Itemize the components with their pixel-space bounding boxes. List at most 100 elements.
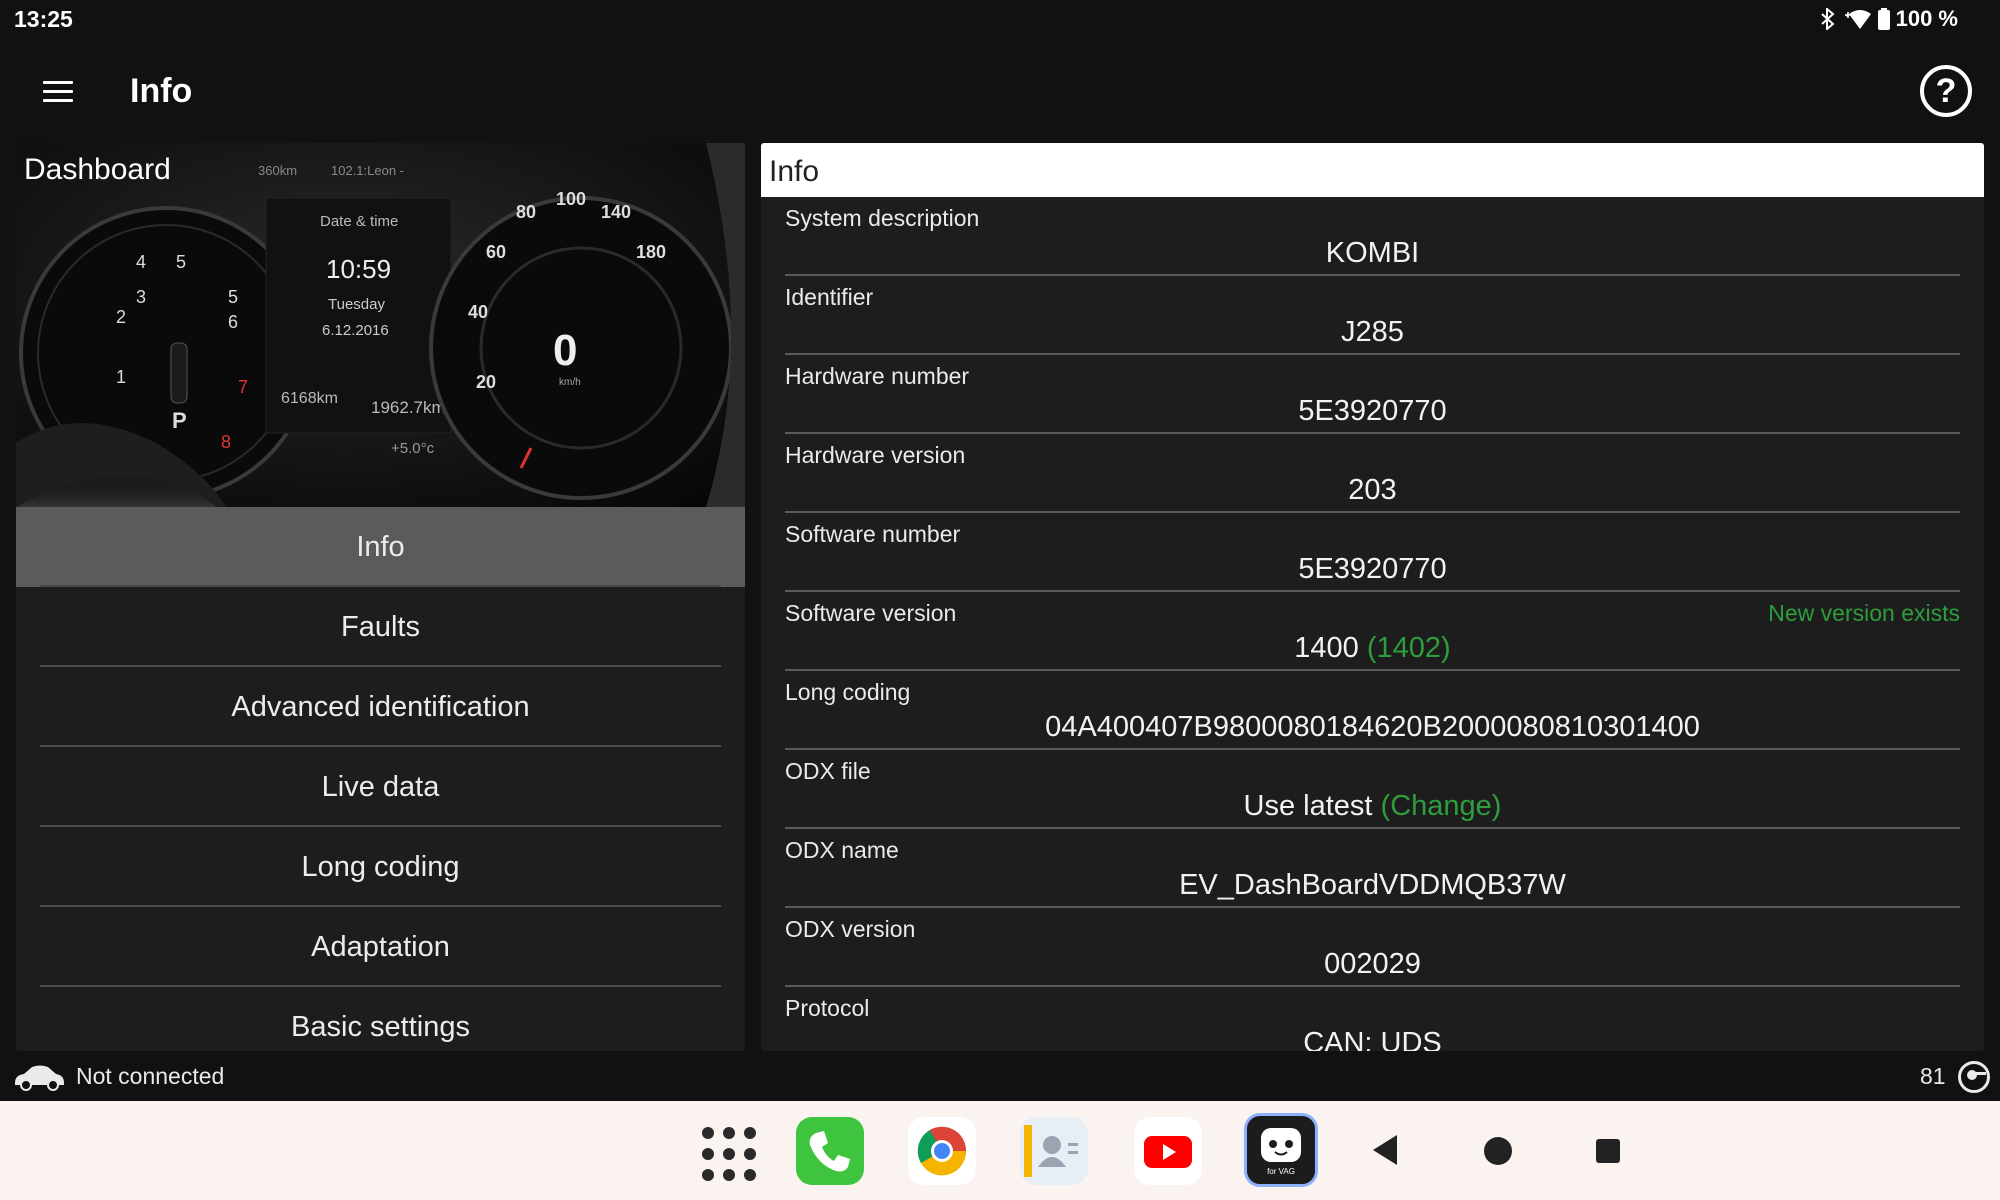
- info-row-long-coding: Long coding 04A400407B9800080184620B2000…: [785, 671, 1960, 750]
- info-value: EV_DashBoardVDDMQB37W: [1179, 869, 1566, 901]
- svg-text:5: 5: [176, 252, 186, 272]
- battery-percentage: 100 %: [1895, 6, 1958, 31]
- dash-speed-unit: km/h: [559, 377, 581, 388]
- svg-text:80: 80: [516, 202, 536, 222]
- info-label: Software number: [785, 521, 961, 547]
- obd-vag-app-icon[interactable]: for VAG: [1244, 1113, 1318, 1187]
- app-drawer-icon[interactable]: [692, 1117, 760, 1185]
- info-value: 1400 (1402): [785, 632, 1960, 665]
- info-row-odx-name: ODX name EV_DashBoardVDDMQB37W: [785, 829, 1960, 908]
- svg-text:3: 3: [136, 287, 146, 307]
- new-version-notice: New version exists: [1768, 600, 1960, 626]
- connection-icon[interactable]: [1958, 1061, 1990, 1093]
- youtube-app-icon[interactable]: [1134, 1117, 1202, 1185]
- info-value: KOMBI: [1325, 237, 1420, 269]
- info-label: Hardware version: [785, 442, 966, 468]
- info-row-system-description: System description KOMBI: [785, 197, 1960, 276]
- dash-date-time-label: Date & time: [320, 213, 398, 230]
- info-label: ODX version: [785, 916, 916, 942]
- software-version-value: 1400: [1294, 632, 1359, 664]
- dash-speed: 0: [553, 326, 577, 375]
- session-counter: 81: [1920, 1063, 1946, 1089]
- menu-item-advanced-identification[interactable]: Advanced identification: [16, 667, 745, 747]
- svg-text:6: 6: [228, 312, 238, 332]
- svg-text:60: 60: [486, 242, 506, 262]
- dashboard-label: Dashboard: [24, 153, 171, 186]
- info-row-software-number: Software number 5E3920770: [785, 513, 1960, 592]
- info-value: J285: [1341, 316, 1404, 348]
- info-value: 002029: [1324, 948, 1421, 980]
- info-value: Use latest (Change): [785, 790, 1960, 823]
- new-software-version: (1402): [1366, 632, 1451, 664]
- home-nav-icon[interactable]: [1484, 1137, 1512, 1165]
- svg-text:20: 20: [476, 372, 496, 392]
- dash-trip: 1962.7km: [371, 398, 446, 417]
- info-row-hardware-version: Hardware version 203: [785, 434, 1960, 513]
- status-time: 13:25: [14, 6, 73, 32]
- dash-date: 6.12.2016: [322, 322, 389, 339]
- dash-radio: 102.1:Leon -: [331, 163, 404, 178]
- info-value: CAN: UDS: [1303, 1027, 1442, 1051]
- info-panel: Info System description KOMBI Identifier…: [761, 143, 1984, 1051]
- contacts-app-icon[interactable]: [1020, 1117, 1088, 1185]
- svg-text:2: 2: [116, 307, 126, 327]
- app-bar: Info ?: [0, 46, 2000, 136]
- svg-text:P: P: [172, 408, 187, 433]
- menu-item-basic-settings[interactable]: Basic settings: [16, 987, 745, 1051]
- info-label: Software version: [785, 600, 957, 626]
- function-menu: Info Faults Advanced identification Live…: [16, 507, 745, 1051]
- dash-temperature: +5.0°c: [391, 440, 435, 457]
- info-value: 5E3920770: [1298, 395, 1447, 427]
- menu-item-live-data[interactable]: Live data: [16, 747, 745, 827]
- chrome-app-icon[interactable]: [908, 1117, 976, 1185]
- svg-text:5: 5: [228, 287, 238, 307]
- dashboard-illustration: 4 5 3 5 2 6 1 7 8 P Date & time 10:59 Tu…: [16, 143, 745, 507]
- back-nav-icon[interactable]: [1373, 1135, 1397, 1165]
- info-value: 203: [1348, 474, 1397, 506]
- control-unit-panel: 4 5 3 5 2 6 1 7 8 P Date & time 10:59 Tu…: [16, 143, 745, 1051]
- menu-item-faults[interactable]: Faults: [16, 587, 745, 667]
- svg-text:7: 7: [238, 377, 248, 397]
- dash-odometer: 6168km: [281, 390, 338, 407]
- menu-item-long-coding[interactable]: Long coding: [16, 827, 745, 907]
- info-row-hardware-number: Hardware number 5E3920770: [785, 355, 1960, 434]
- svg-text:8: 8: [221, 432, 231, 452]
- menu-item-info[interactable]: Info: [16, 507, 745, 587]
- status-icons: 100 %: [1820, 6, 1958, 32]
- info-row-odx-version: ODX version 002029: [785, 908, 1960, 987]
- info-row-protocol: Protocol CAN: UDS: [785, 987, 1960, 1051]
- dashboard-image: 4 5 3 5 2 6 1 7 8 P Date & time 10:59 Tu…: [16, 143, 745, 507]
- info-label: ODX file: [785, 758, 871, 784]
- bluetooth-icon: [1820, 8, 1835, 30]
- dash-range: 360km: [258, 163, 297, 178]
- hamburger-menu-icon[interactable]: [34, 70, 82, 112]
- svg-text:140: 140: [601, 202, 631, 222]
- svg-text:180: 180: [636, 242, 666, 262]
- dash-day: Tuesday: [328, 296, 385, 313]
- help-icon[interactable]: ?: [1920, 65, 1972, 117]
- info-row-identifier: Identifier J285: [785, 276, 1960, 355]
- change-odx-link[interactable]: (Change): [1381, 790, 1502, 822]
- info-row-software-version: Software version New version exists 1400…: [785, 592, 1960, 671]
- info-label: Protocol: [785, 995, 870, 1021]
- battery-icon: [1877, 8, 1890, 30]
- page-title: Info: [130, 72, 193, 110]
- svg-text:1: 1: [116, 367, 126, 387]
- svg-text:4: 4: [136, 252, 146, 272]
- info-list[interactable]: System description KOMBI Identifier J285…: [785, 197, 1960, 1051]
- svg-text:40: 40: [468, 302, 488, 322]
- info-panel-header: Info: [761, 143, 1984, 197]
- svg-text:100: 100: [556, 189, 586, 209]
- connection-status-text: Not connected: [76, 1063, 225, 1089]
- phone-app-icon[interactable]: [796, 1117, 864, 1185]
- vag-app-label: for VAG: [1267, 1167, 1295, 1176]
- status-bar: 13:25 100 %: [0, 0, 2000, 40]
- connection-status-bar: Not connected 81: [0, 1055, 2000, 1101]
- info-row-odx-file: ODX file Use latest (Change): [785, 750, 1960, 829]
- recent-apps-nav-icon[interactable]: [1596, 1139, 1620, 1163]
- car-icon: [15, 1065, 64, 1091]
- system-dock: for VAG: [0, 1101, 2000, 1200]
- dash-clock: 10:59: [326, 254, 391, 284]
- menu-item-adaptation[interactable]: Adaptation: [16, 907, 745, 987]
- info-label: System description: [785, 205, 980, 231]
